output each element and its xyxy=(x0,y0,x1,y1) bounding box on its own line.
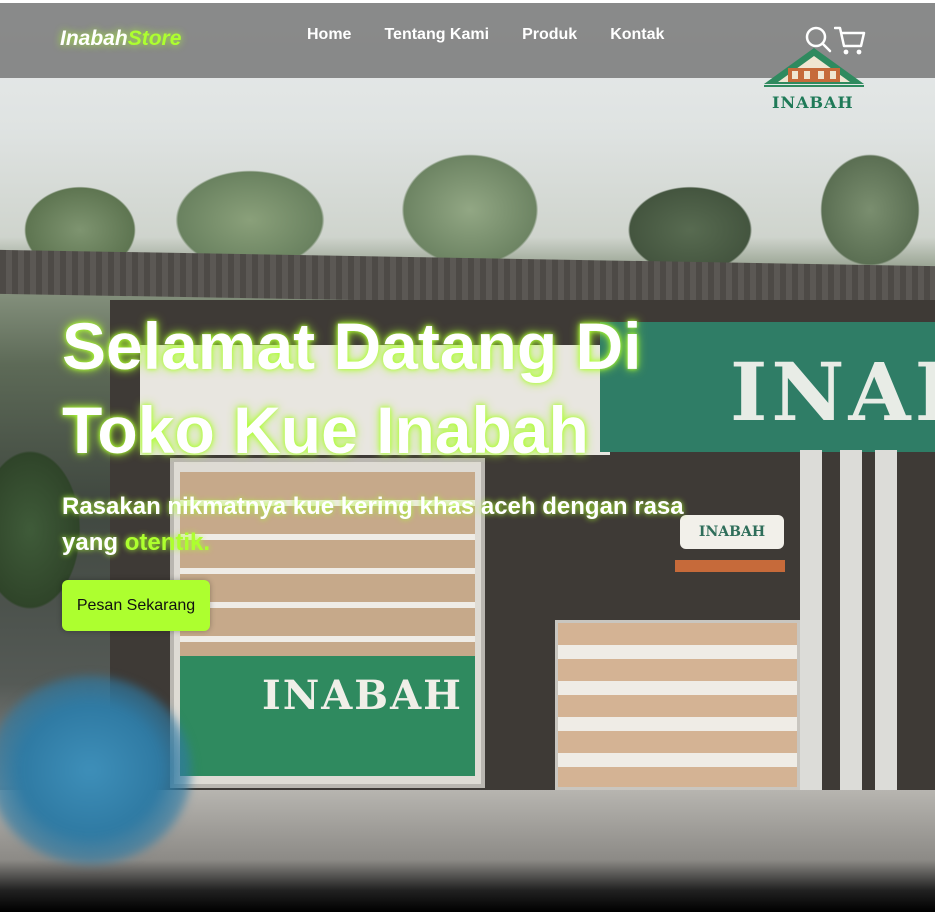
nav-links: Home Tentang Kami Produk Kontak xyxy=(307,26,664,44)
brand-logo-link[interactable]: InabahStore xyxy=(60,27,181,51)
brand-name: Inabah xyxy=(60,27,128,50)
hero-subtitle-highlight: otentik. xyxy=(124,529,211,556)
shop-pillar xyxy=(875,450,897,820)
nav-link-home[interactable]: Home xyxy=(307,26,351,44)
nav-link-tentang-kami[interactable]: Tentang Kami xyxy=(384,26,489,44)
motorbike-rider xyxy=(0,600,300,900)
order-now-button[interactable]: Pesan Sekarang xyxy=(62,580,210,631)
wall-shelf xyxy=(675,560,785,572)
hero-title: Selamat Datang Di Toko Kue Inabah xyxy=(62,309,642,467)
brand-name-accent: Store xyxy=(127,27,182,50)
shop-sign-text: INAB xyxy=(730,345,935,439)
nav-link-produk[interactable]: Produk xyxy=(522,26,577,44)
shop-pillar xyxy=(800,450,822,820)
display-shelf xyxy=(555,620,800,790)
shop-pillar xyxy=(840,450,862,820)
logo-text: INABAH xyxy=(772,93,854,112)
page: INAB INABAH INABAH InabahStore Home Tent… xyxy=(0,0,935,912)
hero-subtitle: Rasakan nikmatnya kue kering khas aceh d… xyxy=(62,489,742,561)
nav-link-kontak[interactable]: Kontak xyxy=(610,26,664,44)
